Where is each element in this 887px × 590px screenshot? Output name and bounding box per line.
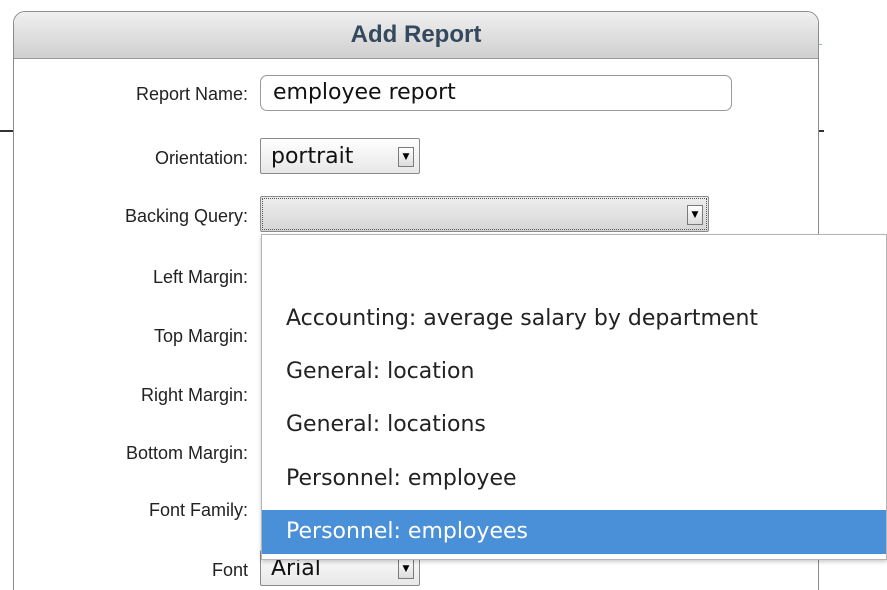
backing-query-dropdown: Accounting: average salary by department… bbox=[261, 234, 887, 560]
orientation-row: Orientation: portrait ▼ bbox=[14, 138, 818, 178]
dropdown-option[interactable]: Personnel: employee bbox=[262, 457, 886, 501]
dropdown-option-highlighted[interactable]: Personnel: employees bbox=[262, 510, 886, 554]
font-family-label: Font Family: bbox=[148, 500, 248, 520]
orientation-select[interactable]: portrait ▼ bbox=[260, 138, 420, 174]
dialog-title: Add Report bbox=[350, 21, 482, 48]
dropdown-option-empty[interactable] bbox=[262, 249, 886, 293]
dropdown-option[interactable]: General: locations bbox=[262, 403, 886, 447]
report-name-input[interactable]: employee report bbox=[260, 75, 732, 111]
font-label: Font bbox=[211, 560, 248, 580]
dropdown-option[interactable]: General: location bbox=[262, 350, 886, 394]
orientation-value: portrait bbox=[271, 144, 354, 169]
orientation-label: Orientation: bbox=[154, 148, 248, 168]
chevron-down-icon[interactable]: ▼ bbox=[398, 147, 414, 167]
backing-query-row: Backing Query: ▼ bbox=[14, 196, 818, 236]
bottom-margin-label: Bottom Margin: bbox=[125, 443, 248, 463]
backing-query-select[interactable]: ▼ bbox=[260, 196, 709, 232]
report-name-row: Report Name: employee report bbox=[14, 74, 818, 114]
page: Add Report Report Name: employee report … bbox=[0, 0, 887, 590]
right-margin-label: Right Margin: bbox=[140, 385, 248, 405]
chevron-down-icon[interactable]: ▼ bbox=[687, 205, 703, 225]
chevron-down-icon[interactable]: ▼ bbox=[398, 559, 414, 579]
backing-query-label: Backing Query: bbox=[124, 206, 248, 226]
report-name-label: Report Name: bbox=[135, 84, 248, 104]
top-margin-label: Top Margin: bbox=[153, 326, 248, 346]
dropdown-option[interactable]: Accounting: average salary by department bbox=[262, 297, 886, 341]
background-divider bbox=[0, 130, 14, 132]
left-margin-label: Left Margin: bbox=[152, 267, 248, 287]
dialog-titlebar[interactable]: Add Report bbox=[14, 12, 818, 59]
